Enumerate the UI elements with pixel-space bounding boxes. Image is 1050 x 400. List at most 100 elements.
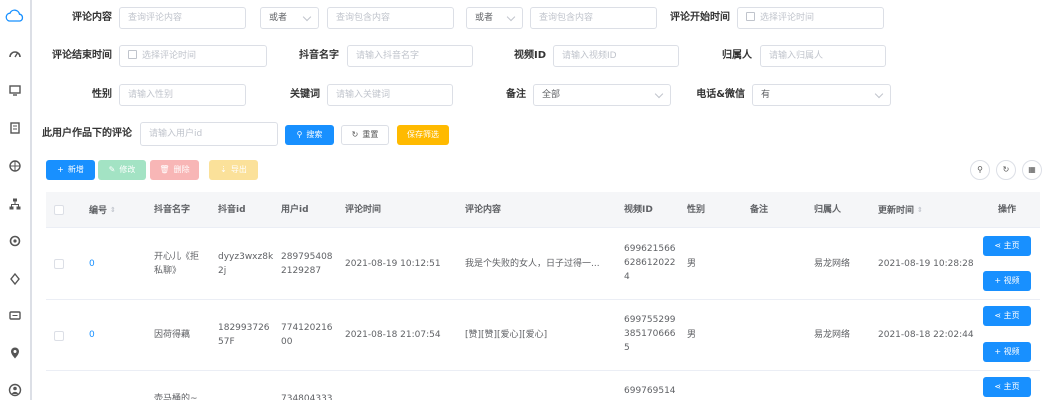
calendar-icon (128, 50, 137, 59)
select-all-checkbox[interactable] (54, 205, 64, 215)
video-id-input[interactable]: 请输入视频ID (553, 45, 679, 67)
header-comment-time: 评论时间 (345, 205, 382, 215)
row-content: [赞][赞][爱心][爱心] (465, 330, 548, 340)
video-button-label: 视频 (1003, 347, 1020, 356)
row-updated: 2021-08-18 22:02:44 (878, 330, 974, 340)
home-button[interactable]: ⋖ 主页 (983, 377, 1031, 397)
comment-start-picker[interactable]: 选择评论时间 (737, 7, 884, 29)
row-checkbox[interactable] (54, 259, 64, 269)
search-toggle-icon[interactable]: ⚲ (970, 160, 990, 180)
download-icon: ⇣ (220, 165, 227, 174)
location-icon[interactable] (8, 345, 22, 359)
owner-input[interactable]: 请输入归属人 (760, 45, 886, 67)
header-user-id: 用户id (281, 205, 309, 215)
note-select[interactable]: 全部 (533, 84, 671, 106)
export-button[interactable]: ⇣ 导出 (209, 160, 258, 180)
table-row[interactable]: 0 因荷得藕 182993726 57F 774120216 00 2021-08-… (46, 300, 1040, 371)
row-douyin-id-line: 57F (218, 337, 235, 347)
reset-button-label: 重置 (362, 130, 379, 139)
table-row[interactable]: 壶马桶的~ 734804333 699769514 ⋖ 主页 (46, 371, 1040, 400)
dashboard-icon[interactable] (8, 46, 22, 60)
cloud-logo-icon[interactable] (3, 6, 27, 30)
phone-wechat-select-value: 有 (761, 90, 771, 100)
row-user-id-line: 00 (281, 337, 293, 347)
plus-icon: + (57, 165, 64, 174)
export-button-label: 导出 (230, 165, 247, 174)
video-id-label: 视频ID (513, 50, 546, 61)
row-user-id-line: 2129287 (281, 266, 322, 276)
edit-button[interactable]: ✎ 修改 (98, 160, 146, 180)
row-gender: 男 (687, 259, 697, 269)
keyword-input[interactable]: 请输入关键词 (327, 84, 453, 106)
row-douyin-id-line: dyyz3wxz8k (218, 252, 274, 262)
row-checkbox[interactable] (54, 331, 64, 341)
row-video-id-line: 699621566 (624, 244, 676, 254)
row-content: 我是个失败的女人，日子过得一... (465, 259, 600, 269)
refresh-icon[interactable]: ↻ (996, 160, 1016, 180)
home-button[interactable]: ⋖ 主页 (983, 236, 1031, 256)
or-select-2[interactable]: 或者 (466, 7, 523, 29)
douyin-name-input[interactable]: 请输入抖音名字 (347, 45, 473, 67)
gender-input[interactable]: 请输入性别 (119, 84, 246, 106)
row-video-id-line: 5 (624, 343, 630, 353)
tag-icon[interactable] (8, 271, 22, 286)
home-button-label: 主页 (1003, 382, 1020, 391)
contains-input-2[interactable]: 查询包含内容 (530, 7, 657, 29)
row-owner: 易龙网络 (814, 259, 851, 269)
chevron-down-icon (874, 89, 884, 99)
owner-label: 归属人 (722, 50, 752, 61)
add-button[interactable]: + 新增 (46, 160, 95, 180)
table-header: 编号 ⇕ 抖音名字 抖音id 用户id 评论时间 评论内容 视频ID 性别 备注 … (46, 192, 1040, 228)
header-name: 抖音名字 (154, 205, 191, 215)
monitor-icon[interactable] (8, 82, 22, 96)
contains-input-1[interactable]: 查询包含内容 (327, 7, 454, 29)
columns-icon[interactable]: ▦ (1022, 160, 1042, 180)
or-select-1[interactable]: 或者 (260, 7, 319, 29)
share-icon: ⋖ (994, 311, 1004, 320)
row-douyin-id-line: 2j (218, 266, 227, 276)
search-button[interactable]: ⚲ 搜索 (285, 125, 334, 145)
row-user-id: 289795408 2129287 (281, 250, 333, 278)
comment-end-label: 评论结束时间 (52, 50, 112, 61)
row-comment-time: 2021-08-19 10:12:51 (345, 259, 441, 269)
row-id[interactable]: 0 (89, 257, 95, 271)
video-button[interactable]: + 视频 (983, 271, 1031, 291)
globe-icon[interactable] (8, 158, 22, 172)
sidebar (0, 0, 32, 400)
header-updated[interactable]: 更新时间 ⇕ (878, 192, 923, 229)
share-icon: ⋖ (994, 382, 1004, 391)
document-icon[interactable] (8, 120, 22, 134)
phone-wechat-label: 电话&微信 (696, 89, 745, 100)
row-video-id-line: 4 (624, 272, 630, 282)
chevron-down-icon (654, 89, 664, 99)
or-select-1-value: 或者 (269, 13, 288, 23)
header-gender: 性别 (687, 205, 706, 215)
gender-label: 性别 (92, 89, 112, 100)
row-id[interactable]: 0 (89, 328, 95, 342)
header-id[interactable]: 编号 ⇕ (89, 192, 116, 229)
home-button[interactable]: ⋖ 主页 (983, 306, 1031, 326)
plus-icon: + (994, 276, 1004, 285)
comment-start-label: 评论开始时间 (670, 12, 730, 23)
comment-end-picker[interactable]: 选择评论时间 (119, 45, 267, 67)
comment-content-input[interactable]: 查询评论内容 (119, 7, 246, 29)
message-icon[interactable] (8, 308, 22, 322)
user-works-input[interactable]: 请输入用户id (140, 122, 278, 146)
trash-icon: 🗑 (159, 165, 170, 174)
delete-button[interactable]: 🗑 删除 (150, 160, 199, 180)
save-filter-button[interactable]: 保存筛选 (397, 125, 449, 145)
add-button-label: 新增 (67, 165, 84, 174)
video-button-label: 视频 (1003, 276, 1020, 285)
phone-wechat-select[interactable]: 有 (752, 84, 891, 106)
settings-icon[interactable] (8, 233, 22, 247)
header-id-label: 编号 (89, 206, 108, 216)
home-button-label: 主页 (1003, 241, 1020, 250)
user-icon[interactable] (8, 382, 22, 397)
chevron-down-icon (302, 12, 312, 22)
table-row[interactable]: 0 开心儿《拒 私聊》 dyyz3wxz8k 2j 289795408 2129287… (46, 228, 1040, 300)
row-name-line: 开心儿《拒 (154, 252, 200, 262)
tree-icon[interactable] (8, 196, 22, 210)
video-button[interactable]: + 视频 (983, 342, 1031, 362)
reset-button[interactable]: ↻ 重置 (341, 125, 389, 145)
share-icon: ⋖ (994, 241, 1004, 250)
